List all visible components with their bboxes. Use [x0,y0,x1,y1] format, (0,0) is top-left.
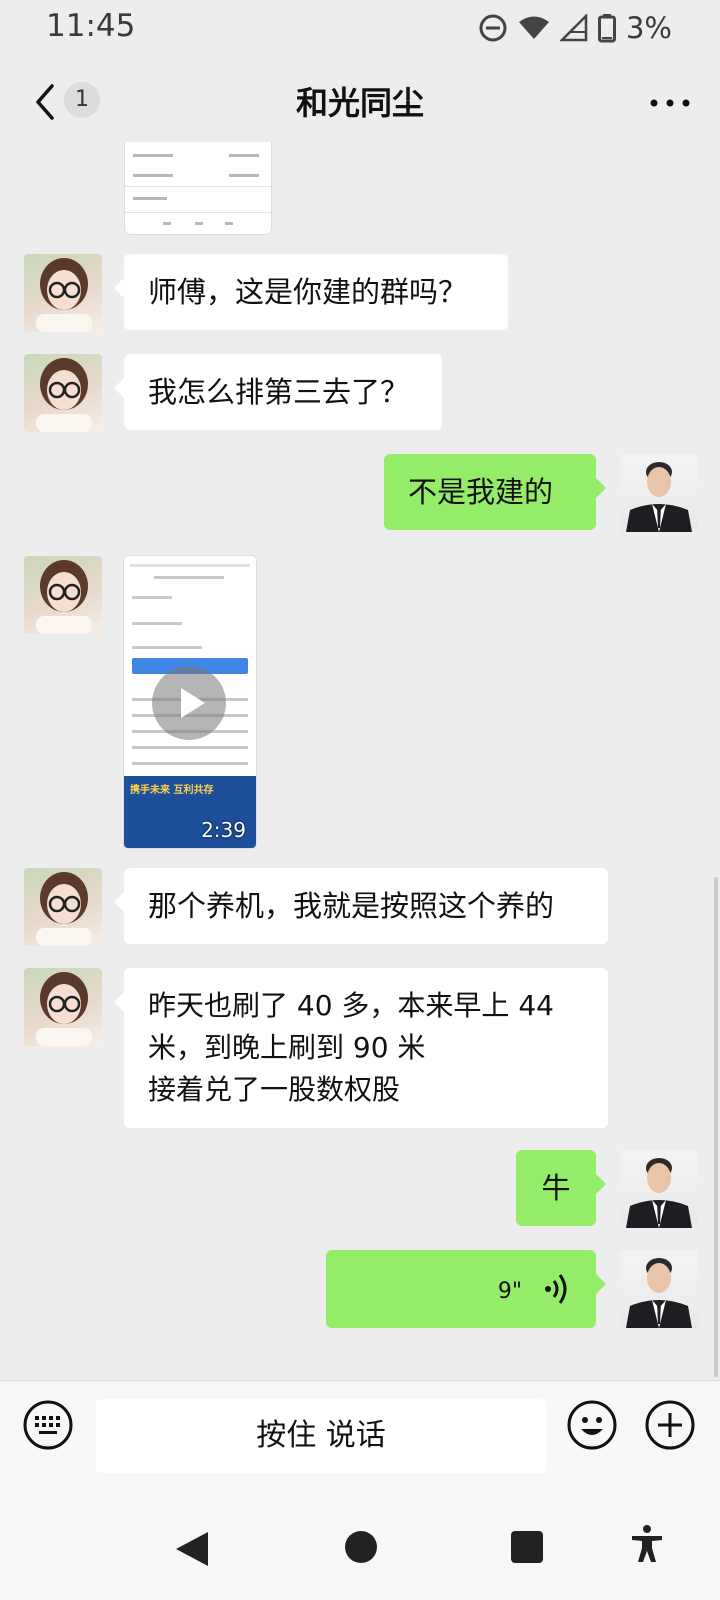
system-navigation-bar [0,1480,720,1600]
video-duration: 2:39 [201,818,246,842]
wifi-icon [518,16,549,39]
back-triangle-icon[interactable] [174,1530,210,1568]
keyboard-icon[interactable] [22,1399,74,1451]
my-avatar[interactable] [620,1250,698,1328]
play-icon[interactable] [152,666,226,740]
contact-avatar[interactable] [24,354,102,432]
outgoing-message[interactable]: 牛 [516,1150,606,1226]
contact-avatar[interactable] [24,556,102,634]
emoji-icon[interactable] [566,1399,618,1451]
chat-header: 1 和光同尘 [0,62,720,142]
image-message[interactable] [125,142,271,234]
message-list[interactable]: 师傅，这是你建的群吗？ 我怎么排第三去了？ 不是我建的 携手未来 互利共存 2:… [0,142,720,1380]
status-bar: 11:45 3% [0,0,720,56]
contact-avatar[interactable] [24,868,102,946]
incoming-message[interactable]: 昨天也刷了 40 多，本来早上 44 米，到晚上刷到 90 米 接着兑了一股数权… [114,968,608,1128]
battery-icon [597,14,616,43]
voice-wave-icon [545,1274,567,1304]
video-banner-text: 携手未来 互利共存 [130,785,214,796]
chat-title: 和光同尘 [295,84,424,122]
status-time: 11:45 [46,8,136,44]
my-avatar[interactable] [620,1150,698,1228]
voice-message[interactable]: 9" [326,1250,606,1328]
home-circle-icon[interactable] [344,1530,378,1564]
signal-icon [559,14,588,42]
do-not-disturb-icon [479,14,507,42]
contact-avatar[interactable] [24,968,102,1046]
more-options-icon[interactable] [648,88,692,118]
outgoing-message[interactable]: 不是我建的 [384,454,606,530]
recents-square-icon[interactable] [510,1530,544,1564]
voice-duration: 9" [497,1279,522,1304]
incoming-message[interactable]: 我怎么排第三去了？ [114,354,442,430]
scrollbar[interactable] [714,877,718,1377]
video-message[interactable]: 携手未来 互利共存 2:39 [124,556,256,848]
incoming-message[interactable]: 师傅，这是你建的群吗？ [114,254,508,330]
plus-icon[interactable] [644,1399,696,1451]
my-avatar[interactable] [620,454,698,532]
contact-avatar[interactable] [24,254,102,332]
battery-percent: 3% [625,11,672,45]
incoming-message[interactable]: 那个养机，我就是按照这个养的 [114,868,608,944]
hold-to-talk-button[interactable]: 按住 说话 [96,1399,546,1473]
input-bar: 按住 说话 [0,1380,720,1481]
accessibility-icon[interactable] [630,1524,664,1564]
